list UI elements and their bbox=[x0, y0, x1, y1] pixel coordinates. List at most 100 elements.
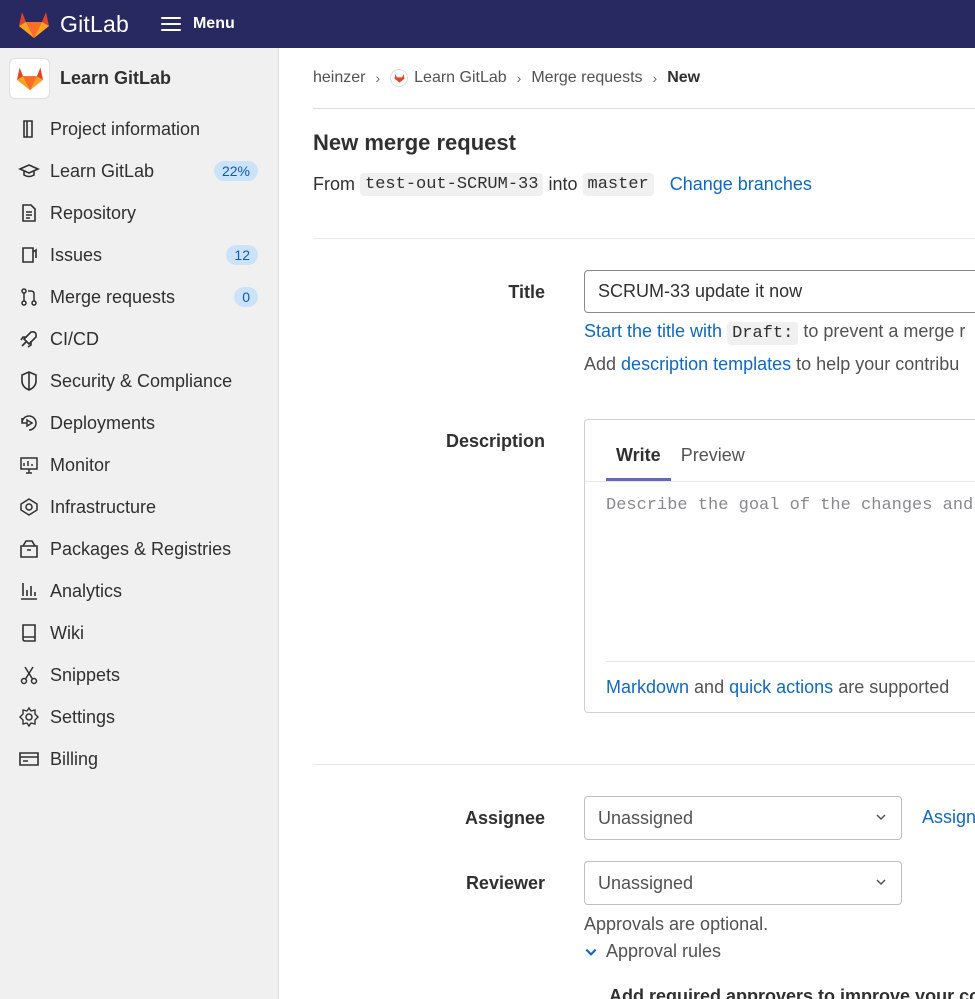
templates-prefix: Add bbox=[584, 354, 617, 374]
draft-rest: to prevent a merge r bbox=[803, 321, 966, 341]
gitlab-logo[interactable]: GitLab bbox=[18, 9, 129, 39]
assignee-select[interactable]: Unassigned bbox=[584, 796, 902, 840]
change-branches-link[interactable]: Change branches bbox=[670, 174, 812, 195]
repository-icon bbox=[18, 202, 40, 224]
sidebar-item-label: Settings bbox=[50, 706, 116, 727]
sidebar-item-repository[interactable]: Repository bbox=[0, 192, 278, 234]
draft-link[interactable]: Start the title with Draft: bbox=[584, 321, 799, 345]
count-badge: 12 bbox=[226, 245, 258, 265]
sidebar-item-project-information[interactable]: Project information bbox=[0, 108, 278, 150]
main-content: heinzer › Learn GitLab › Merge requests … bbox=[313, 48, 975, 999]
page-title: New merge request bbox=[313, 130, 516, 155]
chevron-down-icon bbox=[876, 879, 886, 886]
sidebar-item-billing[interactable]: Billing bbox=[0, 738, 278, 780]
description-templates-link[interactable]: description templates bbox=[621, 354, 791, 374]
sidebar-item-label: Learn GitLab bbox=[50, 160, 155, 181]
sidebar-item-label: Project information bbox=[50, 118, 201, 139]
sidebar-item-label: Billing bbox=[50, 748, 99, 769]
tab-write[interactable]: Write bbox=[606, 445, 671, 481]
sidebar-item-merge-requests[interactable]: Merge requests 0 bbox=[0, 276, 278, 318]
quick-actions-link[interactable]: quick actions bbox=[729, 677, 833, 697]
approval-rules-label: Approval rules bbox=[606, 941, 722, 961]
sidebar-item-deployments[interactable]: Deployments bbox=[0, 402, 278, 444]
branch-line: From test-out-SCRUM-33 into master Chang… bbox=[313, 173, 975, 196]
assignee-value: Unassigned bbox=[598, 807, 694, 828]
sidebar-item-security-compliance[interactable]: Security & Compliance bbox=[0, 360, 278, 402]
sidebar-item-monitor[interactable]: Monitor bbox=[0, 444, 278, 486]
breadcrumb-current[interactable]: New bbox=[667, 69, 700, 87]
sidebar-item-packages-registries[interactable]: Packages & Registries bbox=[0, 528, 278, 570]
tanuki-icon bbox=[19, 12, 49, 38]
and-text: and bbox=[694, 677, 725, 697]
sidebar-item-learn-gitlab[interactable]: Learn GitLab 22% bbox=[0, 150, 278, 192]
scissors-icon bbox=[18, 664, 40, 686]
infrastructure-icon bbox=[18, 496, 40, 518]
count-badge: 22% bbox=[213, 161, 258, 181]
deployments-icon bbox=[18, 412, 40, 434]
sidebar-item-label: Infrastructure bbox=[50, 496, 157, 517]
breadcrumb-section[interactable]: Merge requests bbox=[531, 69, 642, 87]
reviewer-select[interactable]: Unassigned bbox=[584, 861, 902, 905]
sidebar-item-wiki[interactable]: Wiki bbox=[0, 612, 278, 654]
shield-icon bbox=[18, 370, 40, 392]
markdown-link[interactable]: Markdown bbox=[606, 677, 689, 697]
title-label: Title bbox=[508, 282, 545, 302]
sidebar-item-label: Wiki bbox=[50, 622, 84, 643]
tanuki-icon bbox=[394, 74, 405, 83]
description-textarea[interactable]: Describe the goal of the changes and bbox=[606, 496, 973, 515]
sidebar-item-label: Snippets bbox=[50, 664, 121, 685]
editor-footer: Markdown and quick actions are supported bbox=[606, 661, 975, 698]
sidebar-item-issues[interactable]: Issues 12 bbox=[0, 234, 278, 276]
approvers-hint: Add required approvers to improve your c… bbox=[609, 986, 975, 999]
sidebar-item-analytics[interactable]: Analytics bbox=[0, 570, 278, 612]
title-input-value: SCRUM-33 update it now bbox=[598, 281, 803, 301]
rocket-icon bbox=[18, 328, 40, 350]
sidebar-item-label: Deployments bbox=[50, 412, 156, 433]
assignee-label: Assignee bbox=[464, 808, 545, 828]
sidebar-item-infrastructure[interactable]: Infrastructure bbox=[0, 486, 278, 528]
draft-code: Draft: bbox=[727, 322, 799, 345]
chevron-right-icon: › bbox=[652, 70, 658, 86]
menu-button[interactable]: Menu bbox=[160, 15, 235, 33]
divider bbox=[313, 764, 975, 765]
hamburger-icon bbox=[160, 17, 181, 31]
breadcrumb-project[interactable]: Learn GitLab bbox=[414, 69, 507, 87]
draft-link-text: Start the title with bbox=[584, 321, 723, 341]
sidebar-item-label: CI/CD bbox=[50, 328, 99, 349]
target-branch: master bbox=[582, 173, 654, 196]
sidebar-item-ci-cd[interactable]: CI/CD bbox=[0, 318, 278, 360]
sidebar-item-label: Security & Compliance bbox=[50, 370, 233, 391]
sidebar-item-label: Packages & Registries bbox=[50, 538, 232, 559]
count-badge: 0 bbox=[234, 287, 258, 307]
chevron-right-icon: › bbox=[375, 70, 381, 86]
breadcrumb-user[interactable]: heinzer bbox=[313, 69, 365, 87]
title-input[interactable]: SCRUM-33 update it now bbox=[584, 270, 975, 313]
sidebar-item-settings[interactable]: Settings bbox=[0, 696, 278, 738]
chart-icon bbox=[18, 580, 40, 602]
project-mini-avatar bbox=[390, 69, 409, 87]
source-branch: test-out-SCRUM-33 bbox=[360, 173, 544, 196]
sidebar-item-label: Analytics bbox=[50, 580, 123, 601]
gear-icon bbox=[18, 706, 40, 728]
project-avatar bbox=[9, 57, 50, 99]
approval-rules-toggle[interactable]: Approval rules bbox=[584, 941, 721, 962]
reviewer-label: Reviewer bbox=[465, 873, 545, 893]
tab-preview[interactable]: Preview bbox=[671, 445, 755, 481]
issues-icon bbox=[18, 244, 40, 266]
assign-to-me-link[interactable]: Assign bbox=[922, 807, 975, 828]
credit-card-icon bbox=[18, 748, 40, 770]
supported-text: are supported bbox=[838, 677, 950, 697]
sidebar: Learn GitLab Project information Learn Gi… bbox=[0, 48, 279, 999]
sidebar-project-header[interactable]: Learn GitLab bbox=[0, 48, 278, 108]
into-label: into bbox=[548, 174, 578, 194]
sidebar-item-snippets[interactable]: Snippets bbox=[0, 654, 278, 696]
description-placeholder: Describe the goal of the changes and bbox=[606, 496, 974, 515]
tanuki-icon bbox=[16, 67, 43, 91]
description-editor: Write Preview Describe the goal of the c… bbox=[584, 419, 975, 713]
top-bar: GitLab Menu bbox=[0, 0, 975, 48]
editor-tabs: Write Preview bbox=[585, 420, 975, 482]
description-label: Description bbox=[445, 431, 545, 451]
breadcrumb: heinzer › Learn GitLab › Merge requests … bbox=[313, 48, 975, 109]
sidebar-item-label: Repository bbox=[50, 202, 137, 223]
templates-rest: to help your contribu bbox=[796, 354, 960, 374]
